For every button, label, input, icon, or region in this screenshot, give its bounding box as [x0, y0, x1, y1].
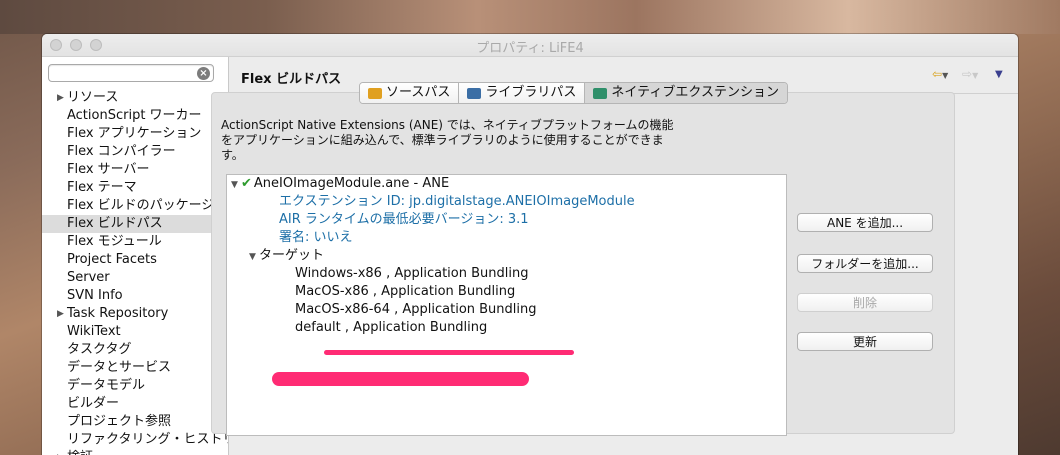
back-arrow-icon[interactable]: ⇦▼ — [932, 67, 948, 81]
tree-row-target[interactable]: default , Application Bundling — [295, 319, 487, 337]
sidebar-item-flex-theme[interactable]: Flex テーマ — [42, 179, 228, 197]
forward-arrow-icon[interactable]: ⇨▼ — [962, 67, 978, 81]
sidebar-item-project-references[interactable]: プロジェクト参照 — [42, 413, 228, 431]
add-folder-button[interactable]: フォルダーを追加... — [797, 254, 933, 273]
remove-button[interactable]: 削除 — [797, 293, 933, 312]
highlight-strike — [272, 372, 529, 386]
ane-tree[interactable]: ▼ ✔ AneIOImageModule.ane - ANE エクステンション ID… — [226, 174, 787, 436]
tree-row-extension-id[interactable]: エクステンション ID: jp.digitalstage.ANEIOImageM… — [279, 193, 635, 211]
ane-description: ActionScript Native Extensions (ANE) では、… — [221, 118, 674, 162]
tree-row-air-version[interactable]: AIR ランタイムの最低必要バージョン: 3.1 — [279, 211, 529, 229]
view-menu-icon[interactable]: ▼ — [995, 69, 1003, 80]
build-path-tabs: ソースパス ライブラリパス ネイティブエクステンション — [359, 82, 788, 104]
extension-icon — [593, 87, 608, 99]
sidebar-item-actionscript-worker[interactable]: ActionScript ワーカー — [42, 107, 228, 125]
expand-triangle-icon[interactable]: ▶ — [57, 449, 64, 455]
sidebar-item-svn-info[interactable]: SVN Info — [42, 287, 228, 305]
title-bar: プロパティ: LiFE4 — [42, 34, 1018, 57]
desktop-background — [0, 0, 1060, 34]
sidebar-item-data-model[interactable]: データモデル — [42, 377, 228, 395]
sidebar-item-wikitext[interactable]: WikiText — [42, 323, 228, 341]
sidebar-item-flex-build-packaging[interactable]: Flex ビルドのパッケージ化 — [42, 197, 228, 215]
library-icon — [467, 87, 482, 99]
add-ane-button[interactable]: ANE を追加... — [797, 213, 933, 232]
update-button[interactable]: 更新 — [797, 332, 933, 351]
tree-row-signature[interactable]: 署名: いいえ — [279, 229, 353, 247]
filter-input[interactable]: × — [48, 64, 214, 82]
sidebar-item-task-repository[interactable]: ▶ Task Repository — [42, 305, 228, 323]
sidebar-item-flex-build-path[interactable]: Flex ビルドパス — [42, 215, 228, 233]
page-title: Flex ビルドパス — [241, 72, 342, 87]
sidebar-item-server[interactable]: Server — [42, 269, 228, 287]
tree-row-target[interactable]: MacOS-x86-64 , Application Bundling — [295, 301, 537, 319]
sidebar-item-project-facets[interactable]: Project Facets — [42, 251, 228, 269]
tree-row-target[interactable]: MacOS-x86 , Application Bundling — [295, 283, 515, 301]
sidebar-item-flex-compiler[interactable]: Flex コンパイラー — [42, 143, 228, 161]
sidebar-item-resource[interactable]: ▶ リソース — [42, 89, 228, 107]
checkmark-icon: ✔ — [241, 176, 252, 191]
tab-native-extensions[interactable]: ネイティブエクステンション — [585, 83, 787, 103]
sidebar-item-data-services[interactable]: データとサービス — [42, 359, 228, 377]
tree-row-targets[interactable]: ▼ ターゲット — [249, 247, 324, 265]
sidebar-item-flex-server[interactable]: Flex サーバー — [42, 161, 228, 179]
collapse-triangle-icon[interactable]: ▼ — [249, 248, 259, 266]
highlight-underline — [324, 350, 574, 355]
tab-source-path[interactable]: ソースパス — [360, 83, 460, 103]
sidebar-item-task-tags[interactable]: タスクタグ — [42, 341, 228, 359]
tree-row-target[interactable]: Windows-x86 , Application Bundling — [295, 265, 529, 283]
collapse-triangle-icon[interactable]: ▼ — [231, 176, 241, 194]
clear-icon[interactable]: × — [197, 67, 210, 80]
property-page-list: ▶ リソース ActionScript ワーカー Flex アプリケーション Fl… — [42, 89, 228, 455]
sidebar-item-builders[interactable]: ビルダー — [42, 395, 228, 413]
window-title: プロパティ: LiFE4 — [476, 41, 584, 56]
expand-triangle-icon[interactable]: ▶ — [57, 305, 64, 323]
expand-triangle-icon[interactable]: ▶ — [57, 89, 64, 107]
tree-row-ane[interactable]: ▼ ✔ AneIOImageModule.ane - ANE — [231, 175, 449, 193]
sidebar-item-refactoring-history[interactable]: リファクタリング・ヒストリー — [42, 431, 228, 449]
folder-icon — [368, 87, 382, 99]
sidebar-item-validation[interactable]: ▶検証 — [42, 449, 228, 455]
tab-library-path[interactable]: ライブラリパス — [459, 83, 586, 103]
sidebar: × ▶ リソース ActionScript ワーカー Flex アプリケーション … — [42, 57, 229, 455]
sidebar-item-flex-module[interactable]: Flex モジュール — [42, 233, 228, 251]
sidebar-item-flex-application[interactable]: Flex アプリケーション — [42, 125, 228, 143]
